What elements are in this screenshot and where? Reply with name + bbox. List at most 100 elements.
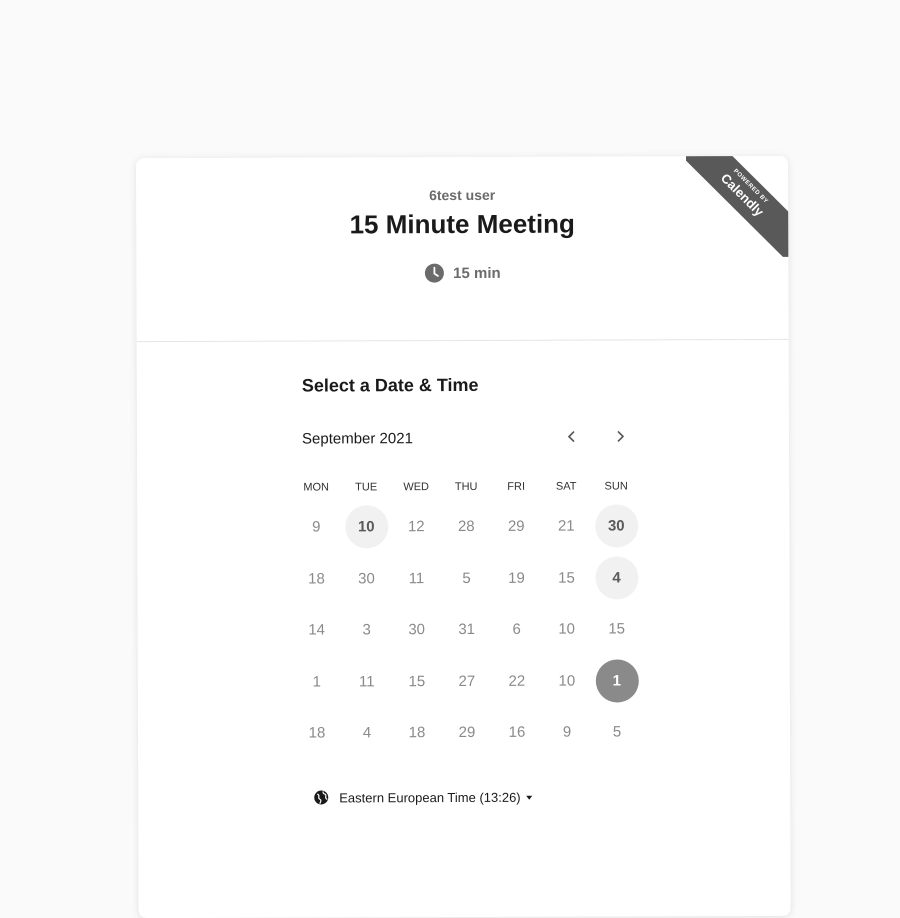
unavailable-day: 28	[441, 501, 491, 553]
unavailable-day: 30	[341, 553, 391, 605]
day-number: 15	[558, 569, 575, 587]
selected-day[interactable]: 1	[592, 655, 642, 707]
day-number: 5	[612, 723, 622, 741]
host-name: 6test user	[429, 186, 496, 204]
day-number: 10	[558, 620, 576, 638]
unavailable-day: 31	[442, 604, 492, 656]
unavailable-day: 9	[291, 501, 341, 553]
unavailable-day: 3	[342, 604, 392, 656]
day-number: 29	[458, 724, 476, 742]
month-label: September 2021	[301, 430, 413, 448]
day-number: 16	[508, 724, 526, 742]
weekday-label: WED	[403, 481, 430, 494]
unavailable-day: 22	[492, 655, 542, 707]
day-number: 10	[558, 672, 576, 690]
unavailable-day: 18	[291, 553, 341, 605]
unavailable-day: 12	[391, 501, 441, 553]
day-number: 4	[594, 556, 639, 600]
unavailable-day: 9	[542, 707, 592, 759]
available-day[interactable]: 10	[341, 501, 391, 553]
day-number: 18	[308, 724, 326, 742]
unavailable-day: 15	[592, 603, 642, 655]
duration-row: 15 min	[136, 262, 788, 284]
day-number: 19	[508, 569, 525, 587]
day-number: 31	[458, 621, 476, 639]
calendar-week-row: 18 30 11 5 19 15 4	[291, 552, 641, 605]
event-title: 15 Minute Meeting	[349, 208, 575, 240]
day-number: 1	[595, 659, 639, 703]
day-number: 18	[408, 724, 426, 742]
chevron-left-icon	[567, 431, 575, 443]
calendar-grid: MON TUE WED THU FRI SAT SUN 9 10 12 28 29 21 3…	[291, 472, 642, 759]
chevron-right-icon	[617, 430, 625, 443]
picker-title: Select a Date & Time	[301, 374, 479, 396]
weekday-label: MON	[303, 481, 330, 494]
globe-icon	[314, 790, 329, 805]
weekday-label: SAT	[555, 480, 577, 493]
caret-down-icon	[526, 795, 533, 800]
unavailable-day: 29	[442, 707, 492, 759]
weekday-label: FRI	[507, 480, 526, 493]
day-number: 15	[608, 620, 626, 638]
weekday-label: SUN	[604, 480, 628, 493]
unavailable-day: 29	[491, 501, 541, 553]
unavailable-day: 27	[442, 655, 492, 707]
unavailable-day: 5	[441, 552, 491, 604]
timezone-label: Eastern European Time (13:26)	[339, 789, 521, 805]
next-month-button[interactable]	[608, 424, 632, 448]
day-number: 30	[594, 504, 638, 548]
calendar-week-row: 9 10 12 28 29 21 30	[291, 500, 641, 553]
day-number: 14	[308, 621, 326, 639]
day-number: 5	[462, 569, 471, 587]
day-number: 3	[362, 621, 371, 639]
day-number: 22	[508, 672, 526, 690]
unavailable-day: 10	[542, 655, 592, 707]
day-number: 29	[507, 518, 525, 536]
unavailable-day: 11	[391, 553, 441, 605]
unavailable-day: 15	[392, 656, 442, 708]
unavailable-day: 10	[542, 604, 592, 656]
calendar-week-row: 1 11 15 27 22 10 1	[292, 655, 642, 708]
day-number: 28	[457, 518, 475, 536]
weekday-label: THU	[454, 480, 478, 494]
day-number: 21	[557, 517, 575, 535]
booking-card: POWERED BY Calendly 6test user 15 Minute…	[136, 155, 791, 918]
day-number: 18	[308, 570, 325, 588]
unavailable-day: 1	[292, 656, 342, 708]
day-number: 10	[344, 505, 388, 549]
day-number: 1	[312, 673, 322, 691]
unavailable-day: 14	[292, 604, 342, 656]
day-number: 9	[562, 723, 572, 741]
timezone-selector[interactable]: Eastern European Time (13:26)	[313, 789, 533, 806]
day-number: 30	[358, 570, 375, 588]
day-number: 9	[312, 518, 321, 536]
day-number: 27	[458, 672, 476, 690]
day-number: 4	[362, 724, 372, 742]
calendar-weeks: 9 10 12 28 29 21 30 18 30 11 5 19 15 4 14 3 30 31 6 10 15 1 11…	[291, 500, 642, 759]
unavailable-day: 19	[491, 552, 541, 604]
day-number: 15	[408, 672, 426, 690]
unavailable-day: 16	[492, 707, 542, 759]
unavailable-day: 21	[541, 501, 591, 553]
day-number: 11	[359, 673, 375, 691]
available-day[interactable]: 30	[591, 500, 641, 552]
unavailable-day: 15	[541, 552, 591, 604]
calendar-week-row: 18 4 18 29 16 9 5	[292, 706, 642, 759]
weekday-header: MON TUE WED THU FRI SAT SUN	[291, 472, 641, 501]
day-number: 6	[512, 621, 521, 639]
unavailable-day: 5	[592, 706, 642, 758]
day-number: 30	[408, 621, 426, 639]
unavailable-day: 18	[392, 707, 442, 759]
duration-label: 15 min	[453, 264, 501, 282]
unavailable-day: 11	[342, 656, 392, 708]
previous-month-button[interactable]	[560, 425, 584, 449]
unavailable-day: 30	[392, 604, 442, 656]
unavailable-day: 18	[292, 707, 342, 759]
unavailable-day: 6	[492, 604, 542, 656]
calendar-week-row: 14 3 30 31 6 10 15	[292, 603, 642, 656]
clock-icon	[424, 263, 444, 283]
event-header: 6test user 15 Minute Meeting 15 min	[136, 155, 789, 343]
unavailable-day: 4	[342, 707, 392, 759]
available-day[interactable]: 4	[591, 552, 641, 604]
day-number: 12	[407, 518, 425, 536]
